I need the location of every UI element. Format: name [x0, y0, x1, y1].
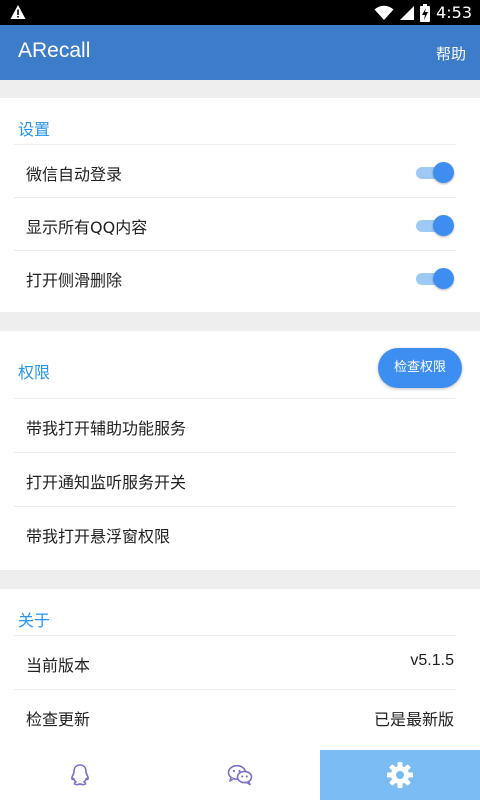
status-bar: 4:53 [0, 0, 480, 25]
permissions-section-title: 权限 [18, 363, 51, 382]
wechat-icon [227, 764, 253, 786]
warning-icon [10, 5, 26, 19]
setting-label: 微信自动登录 [26, 165, 123, 184]
about-row-check-update[interactable]: 检查更新 已是最新版 [14, 689, 456, 742]
about-label: 当前版本 [26, 656, 91, 675]
setting-label: 打开侧滑删除 [26, 271, 123, 290]
signal-icon [400, 5, 415, 20]
qq-icon [71, 764, 89, 786]
nav-tab-settings[interactable] [320, 750, 480, 800]
version-value: v5.1.5 [410, 652, 454, 669]
setting-label: 显示所有QQ内容 [26, 218, 148, 237]
update-status-value: 已是最新版 [373, 710, 454, 729]
nav-tab-wechat[interactable] [160, 750, 320, 800]
swipe-delete-switch[interactable] [416, 267, 454, 289]
permission-row-notification-listener[interactable]: 打开通知监听服务开关 [14, 452, 456, 505]
permission-row-overlay[interactable]: 带我打开悬浮窗权限 [14, 506, 456, 559]
about-label: 检查更新 [26, 710, 91, 729]
wechat-autologin-switch[interactable] [416, 161, 454, 183]
bottom-nav [0, 750, 480, 800]
app-bar: ARecall 帮助 [0, 25, 480, 80]
settings-card: 设置 微信自动登录 显示所有QQ内容 打开侧滑删除 [0, 98, 480, 312]
wifi-icon [374, 5, 394, 20]
about-section-title: 关于 [18, 611, 51, 630]
settings-section-title: 设置 [18, 120, 51, 139]
battery-icon [420, 3, 431, 22]
permission-row-accessibility[interactable]: 带我打开辅助功能服务 [14, 398, 456, 451]
about-card: 关于 当前版本 v5.1.5 检查更新 已是最新版 [0, 589, 480, 750]
status-icons: 4:53 [374, 0, 472, 25]
permission-label: 带我打开悬浮窗权限 [26, 527, 171, 546]
app-title: ARecall [18, 39, 91, 62]
setting-row-wechat-autologin[interactable]: 微信自动登录 [14, 144, 456, 197]
permission-label: 打开通知监听服务开关 [26, 473, 187, 492]
nav-tab-qq[interactable] [0, 750, 160, 800]
help-button[interactable]: 帮助 [436, 43, 466, 64]
setting-row-show-qq-content[interactable]: 显示所有QQ内容 [14, 197, 456, 250]
show-qq-content-switch[interactable] [416, 214, 454, 236]
permission-label: 带我打开辅助功能服务 [26, 419, 187, 438]
status-time: 4:53 [436, 3, 472, 22]
setting-row-swipe-delete[interactable]: 打开侧滑删除 [14, 250, 456, 303]
about-row-version: 当前版本 v5.1.5 [14, 635, 456, 688]
gear-icon [387, 762, 413, 788]
permissions-card: 权限 检查权限 带我打开辅助功能服务 打开通知监听服务开关 带我打开悬浮窗权限 [0, 331, 480, 570]
check-permissions-button[interactable]: 检查权限 [378, 348, 462, 388]
